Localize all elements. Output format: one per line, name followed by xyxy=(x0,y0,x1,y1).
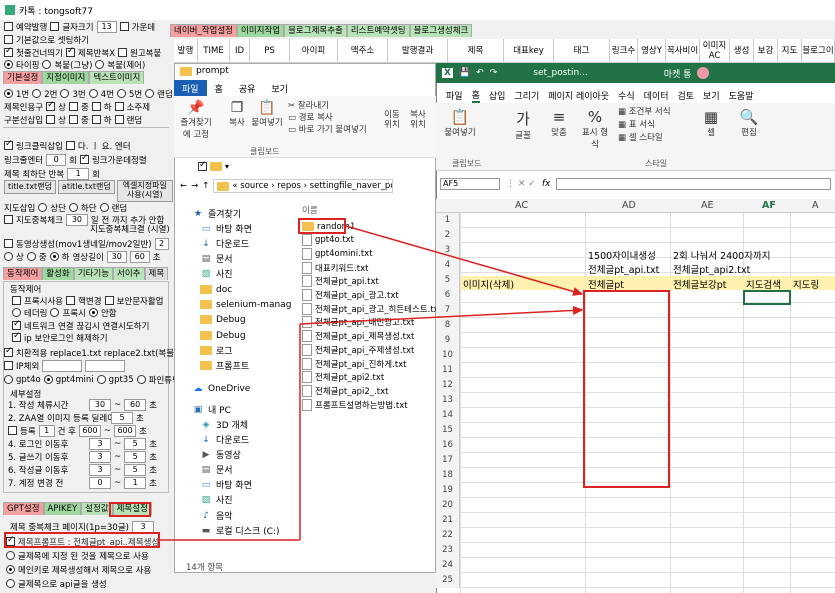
arrow-to-sheet xyxy=(299,305,584,325)
annotation-arrows xyxy=(160,225,584,541)
arrow-to-ad xyxy=(345,225,584,296)
